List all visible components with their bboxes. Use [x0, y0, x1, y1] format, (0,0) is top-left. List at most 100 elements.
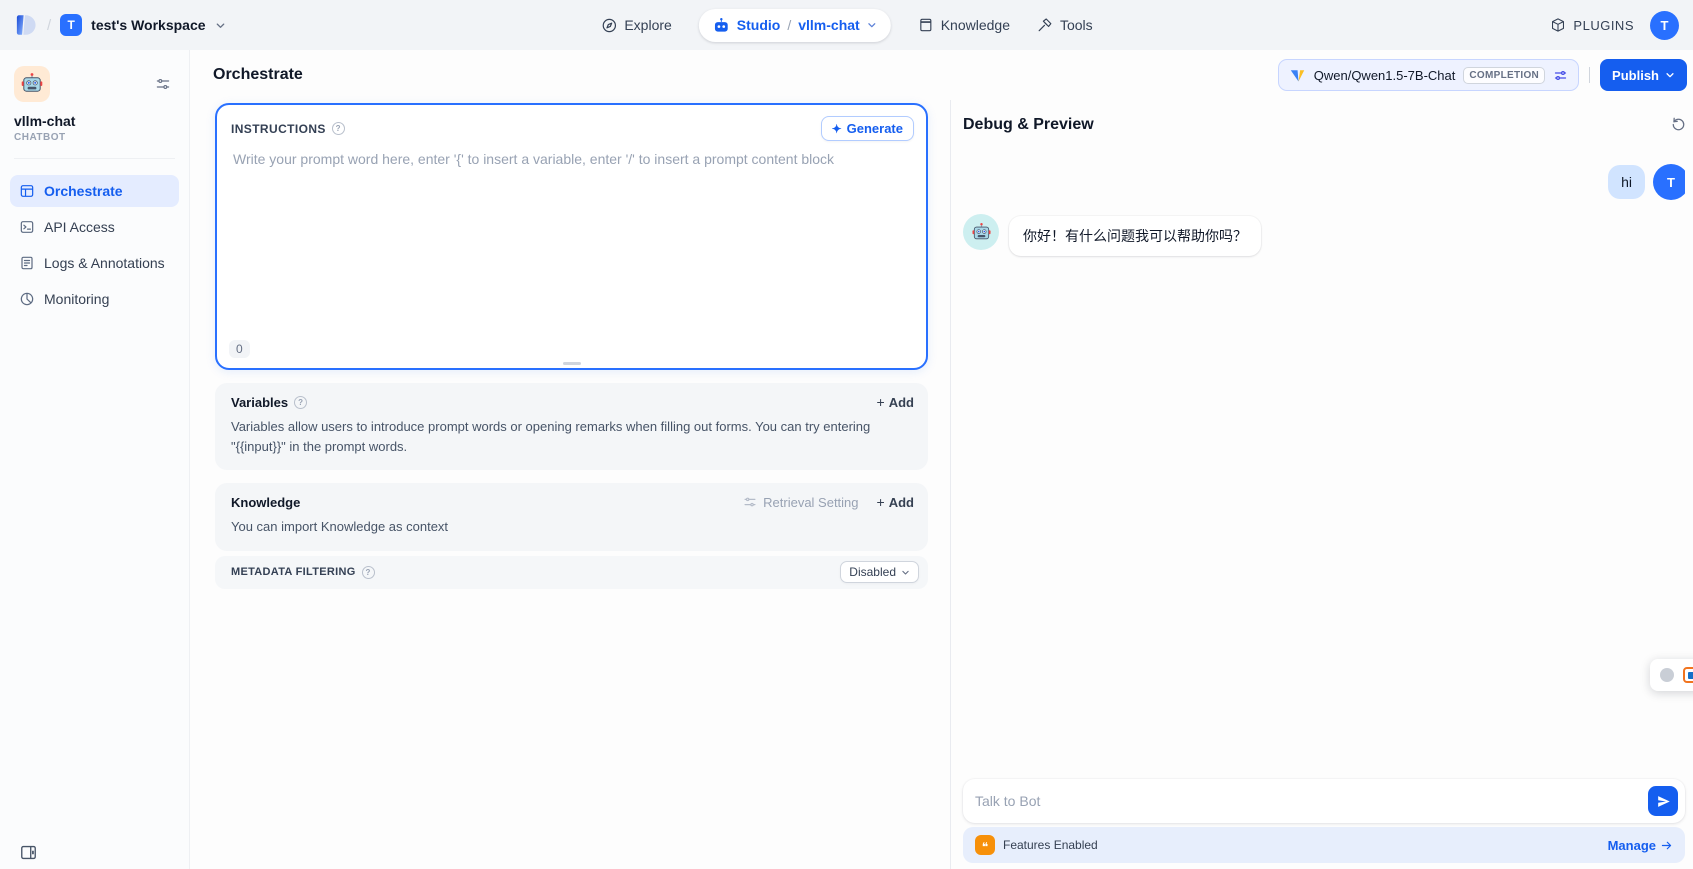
resize-handle[interactable]: [563, 362, 581, 365]
variables-title-label: Variables: [231, 395, 288, 410]
chevron-down-icon: [901, 568, 910, 577]
sidebar-collapse-icon[interactable]: [19, 843, 38, 862]
model-params-sliders-icon[interactable]: [1553, 68, 1568, 83]
user-message-bubble: hi: [1608, 165, 1645, 199]
user-avatar[interactable]: T: [1650, 11, 1679, 40]
manage-label: Manage: [1608, 838, 1656, 853]
dify-logo[interactable]: [12, 12, 38, 38]
nav-knowledge[interactable]: Knowledge: [918, 17, 1010, 33]
add-variable-button[interactable]: + Add: [877, 394, 914, 410]
chat-message-bot: 你好！有什么问题我可以帮助你吗？: [963, 214, 1685, 256]
model-selector[interactable]: Qwen/Qwen1.5-7B-Chat COMPLETION: [1278, 59, 1579, 91]
app-settings-sliders-icon[interactable]: [155, 76, 171, 92]
instructions-header: INSTRUCTIONS ? ✦ Generate: [217, 105, 926, 145]
metadata-filtering-dropdown[interactable]: Disabled: [840, 561, 919, 583]
extension-overlay-widget[interactable]: [1650, 659, 1693, 691]
package-icon: [1550, 17, 1566, 33]
chevron-down-icon[interactable]: [215, 20, 226, 31]
arrow-right-icon: [1660, 839, 1673, 852]
workspace-icon[interactable]: T: [60, 14, 82, 36]
chat-input[interactable]: [963, 793, 1685, 809]
sparkle-icon: ✦: [832, 122, 842, 136]
content-columns: INSTRUCTIONS ? ✦ Generate Write your pro…: [190, 100, 1693, 869]
sidebar-item-orchestrate[interactable]: Orchestrate: [10, 175, 179, 207]
metadata-filtering-bar: METADATA FILTERING ? Disabled: [215, 556, 928, 589]
vllm-logo-icon: [1289, 67, 1306, 84]
breadcrumb-divider: /: [47, 17, 51, 34]
page-title: Orchestrate: [213, 66, 303, 84]
app-sidebar: vllm-chat CHATBOT Orchestrate API Access…: [0, 50, 190, 869]
nav-plugins-label: PLUGINS: [1573, 18, 1634, 33]
prompt-editor[interactable]: Write your prompt word here, enter '{' t…: [217, 145, 926, 327]
plus-icon: +: [877, 394, 885, 410]
add-label: Add: [889, 395, 914, 410]
nav-explore[interactable]: Explore: [600, 17, 671, 34]
chat-bottom-area: ❝ Features Enabled Manage: [963, 779, 1685, 863]
features-bar: ❝ Features Enabled Manage: [963, 827, 1685, 863]
chevron-down-icon: [1665, 70, 1675, 80]
sidebar-item-monitoring[interactable]: Monitoring: [10, 283, 179, 315]
chat-message-list: hi T 你好！有什么问题我可以帮助你吗？: [963, 150, 1685, 773]
add-knowledge-button[interactable]: + Add: [877, 494, 914, 510]
paper-plane-icon: [1656, 794, 1671, 809]
orchestrate-grid-icon: [19, 183, 35, 199]
metadata-filtering-title: METADATA FILTERING ?: [231, 566, 375, 579]
send-button[interactable]: [1648, 786, 1678, 816]
nav-tools[interactable]: Tools: [1037, 17, 1093, 33]
restart-conversation-icon[interactable]: [1668, 114, 1689, 135]
generate-label: Generate: [847, 121, 903, 136]
info-icon[interactable]: ?: [332, 122, 345, 135]
sidebar-app-name: vllm-chat: [14, 113, 179, 129]
char-count-badge: 0: [229, 340, 250, 358]
publish-label: Publish: [1612, 68, 1659, 83]
navbar-center: Explore Studio / vllm-chat Knowledge: [600, 9, 1092, 42]
app-screen: / T test's Workspace Explore Studio / vl…: [0, 0, 1693, 869]
publish-button[interactable]: Publish: [1600, 59, 1687, 91]
sidebar-item-label: API Access: [44, 219, 115, 235]
nav-studio-label: Studio: [737, 17, 781, 33]
info-icon[interactable]: ?: [294, 396, 307, 409]
plus-icon: +: [877, 494, 885, 510]
variables-header: Variables ? + Add: [215, 383, 928, 417]
pie-chart-icon: [19, 291, 35, 307]
workspace-name[interactable]: test's Workspace: [91, 17, 205, 33]
debug-header: Debug & Preview: [951, 100, 1693, 135]
book-icon: [918, 17, 934, 33]
knowledge-section: Knowledge Retrieval Setting + Add: [215, 483, 928, 551]
sidebar-divider: [14, 158, 175, 159]
manage-features-link[interactable]: Manage: [1608, 838, 1673, 853]
add-label: Add: [889, 495, 914, 510]
debug-title: Debug & Preview: [963, 116, 1094, 134]
robot-icon: [713, 17, 730, 34]
nav-studio-active[interactable]: Studio / vllm-chat: [699, 9, 891, 42]
navbar-right: PLUGINS T: [1550, 11, 1681, 40]
top-navbar: / T test's Workspace Explore Studio / vl…: [0, 0, 1693, 50]
debug-preview-panel: Debug & Preview hi T 你好！有什么问题我可以帮助你吗: [950, 100, 1693, 869]
features-label: Features Enabled: [1003, 838, 1098, 852]
sidebar-item-label: Monitoring: [44, 291, 109, 307]
chevron-down-icon[interactable]: [867, 20, 877, 30]
info-icon[interactable]: ?: [362, 566, 375, 579]
nav-plugins[interactable]: PLUGINS: [1550, 17, 1634, 33]
variables-title: Variables ?: [231, 395, 307, 410]
variables-description: Variables allow users to introduce promp…: [215, 417, 887, 470]
generate-button[interactable]: ✦ Generate: [821, 116, 914, 141]
knowledge-header: Knowledge Retrieval Setting + Add: [215, 483, 928, 517]
sidebar-item-logs-annotations[interactable]: Logs & Annotations: [10, 247, 179, 279]
main-header: Orchestrate Qwen/Qwen1.5-7B-Chat COMPLET…: [190, 50, 1693, 100]
retrieval-sliders-icon: [743, 495, 757, 509]
studio-breadcrumb-divider: /: [787, 17, 791, 33]
chat-message-user: hi T: [963, 164, 1685, 200]
retrieval-setting-button[interactable]: Retrieval Setting: [743, 495, 858, 510]
orchestrate-config-panel: INSTRUCTIONS ? ✦ Generate Write your pro…: [190, 100, 950, 869]
sidebar-app-type-badge: CHATBOT: [14, 132, 179, 143]
metadata-filtering-value: Disabled: [849, 565, 896, 579]
knowledge-title: Knowledge: [231, 495, 300, 510]
knowledge-actions: Retrieval Setting + Add: [743, 494, 914, 510]
variables-section: Variables ? + Add Variables allow users …: [215, 383, 928, 470]
nav-tools-label: Tools: [1060, 17, 1093, 33]
document-list-icon: [19, 255, 35, 271]
knowledge-description: You can import Knowledge as context: [215, 517, 887, 551]
sidebar-item-api-access[interactable]: API Access: [10, 211, 179, 243]
main-area: Orchestrate Qwen/Qwen1.5-7B-Chat COMPLET…: [190, 50, 1693, 869]
